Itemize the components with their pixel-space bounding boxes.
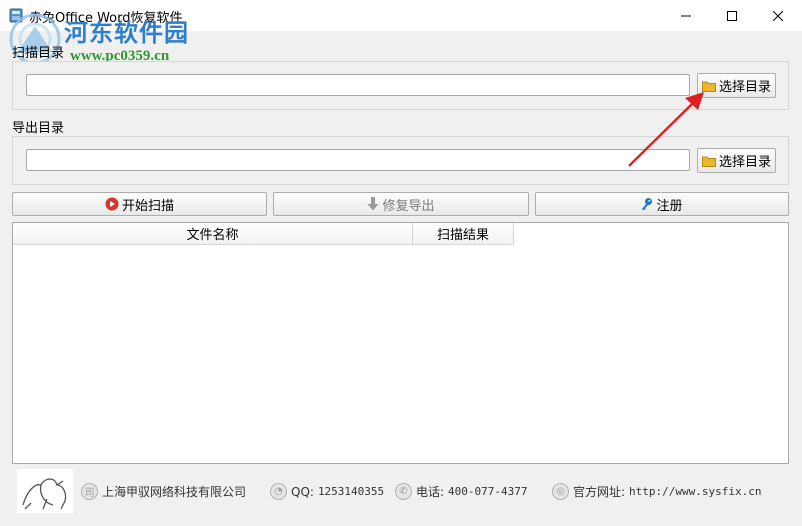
- phone-icon: ✆: [395, 483, 412, 500]
- footer-website: ◎ 官方网址: http://www.sysfix.cn: [552, 483, 762, 500]
- play-icon: [105, 197, 119, 211]
- folder-icon: [701, 81, 716, 92]
- footer-company-name: 上海甲驭网络科技有限公司: [102, 485, 247, 499]
- scan-dir-input[interactable]: [26, 74, 690, 96]
- scan-dir-group: 选择目录: [12, 61, 789, 110]
- footer-qq-label: QQ:: [291, 484, 314, 499]
- close-button[interactable]: [755, 0, 801, 31]
- globe-icon: ◎: [552, 483, 569, 500]
- maximize-button[interactable]: [709, 0, 755, 31]
- footer-website-label: 官方网址:: [573, 485, 626, 499]
- register-button[interactable]: 注册: [535, 192, 789, 216]
- column-header-scan-result[interactable]: 扫描结果: [413, 223, 514, 245]
- repair-export-button[interactable]: 修复导出: [273, 192, 529, 216]
- key-icon: [642, 198, 653, 211]
- minimize-icon: [681, 15, 691, 16]
- results-table[interactable]: 文件名称 扫描结果: [12, 222, 789, 464]
- scan-dir-browse-button[interactable]: 选择目录: [697, 73, 776, 98]
- column-header-filename[interactable]: 文件名称: [13, 223, 413, 245]
- watermark-site-name: 河东软件园: [64, 18, 189, 47]
- export-dir-label: 导出目录: [12, 121, 65, 136]
- footer-qq-number: 1253140355: [317, 485, 385, 498]
- company-logo-icon: [17, 469, 73, 513]
- maximize-icon: [727, 10, 737, 21]
- footer-company: 司 上海甲驭网络科技有限公司: [81, 483, 246, 500]
- scan-dir-browse-label: 选择目录: [718, 80, 771, 95]
- repair-export-label: 修复导出: [382, 198, 435, 214]
- footer-website-url[interactable]: http://www.sysfix.cn: [629, 485, 761, 498]
- close-icon: [773, 10, 783, 21]
- register-label: 注册: [656, 198, 683, 214]
- footer: 司 上海甲驭网络科技有限公司 ◔ QQ: 1253140355 ✆ 电话: 40…: [12, 466, 789, 516]
- export-dir-browse-button[interactable]: 选择目录: [697, 148, 776, 173]
- footer-phone-label: 电话:: [416, 485, 445, 499]
- export-dir-group: 选择目录: [12, 136, 789, 185]
- footer-phone-number: 400-077-4377: [448, 485, 528, 498]
- export-dir-input[interactable]: [26, 149, 690, 171]
- company-icon: 司: [81, 483, 98, 500]
- qq-penguin-icon: ◔: [270, 483, 287, 500]
- start-scan-button[interactable]: 开始扫描: [12, 192, 267, 216]
- scan-dir-label: 扫描目录: [12, 46, 65, 61]
- folder-icon: [701, 156, 716, 167]
- footer-phone: ✆ 电话: 400-077-4377: [395, 483, 528, 500]
- start-scan-label: 开始扫描: [121, 198, 174, 214]
- footer-qq: ◔ QQ: 1253140355: [270, 483, 384, 500]
- download-arrow-icon: [367, 197, 379, 211]
- export-dir-browse-label: 选择目录: [718, 155, 771, 170]
- minimize-button[interactable]: [663, 0, 709, 31]
